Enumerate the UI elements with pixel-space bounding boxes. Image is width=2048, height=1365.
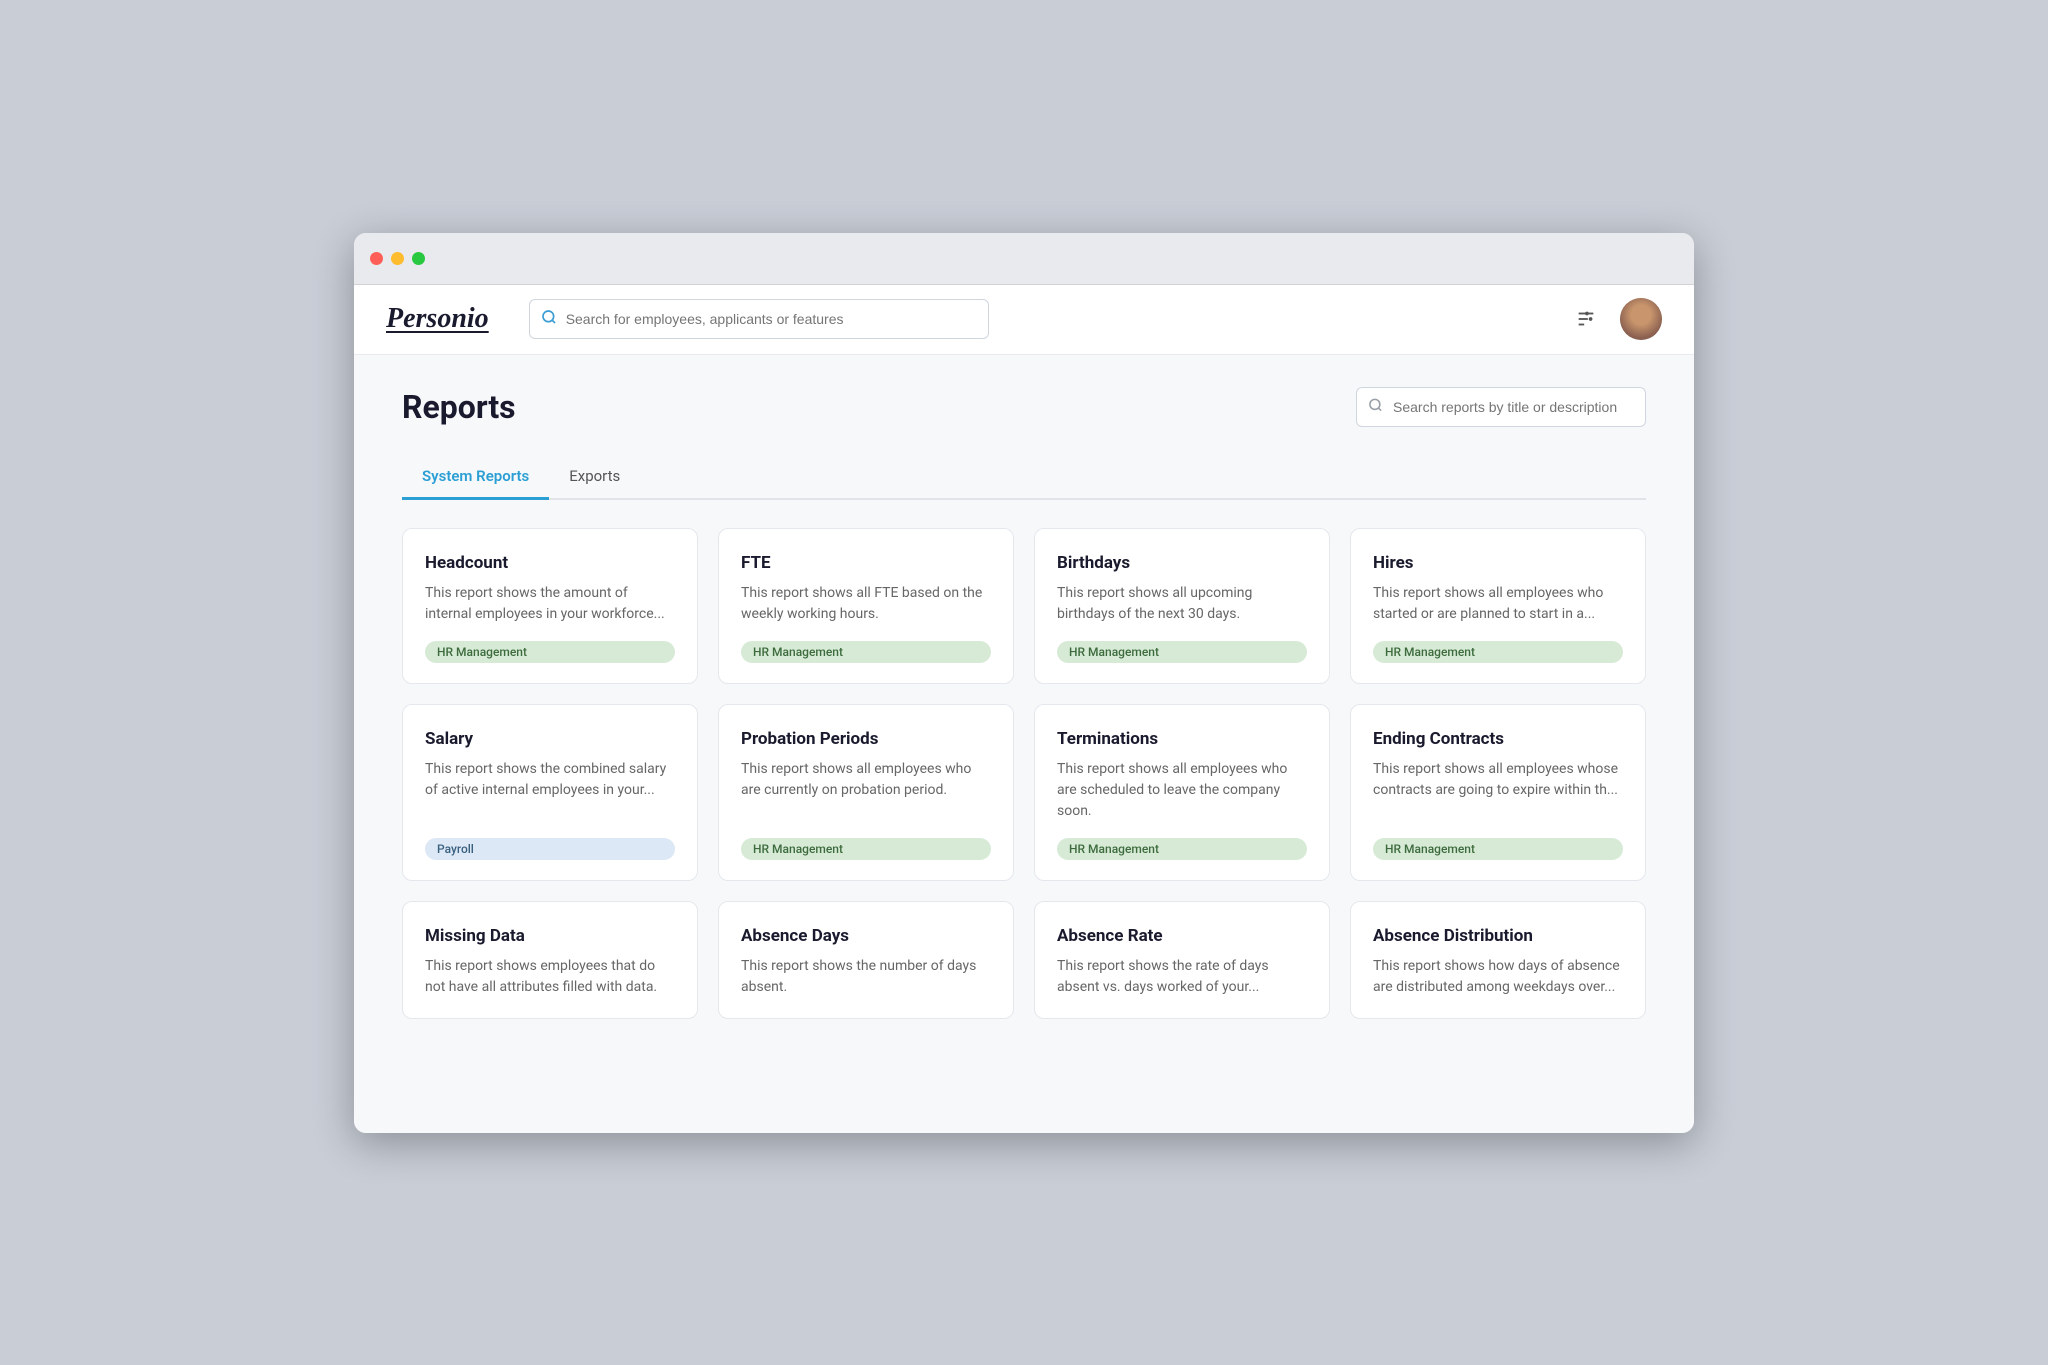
browser-chrome — [354, 233, 1694, 285]
card-tag: HR Management — [741, 838, 991, 860]
card-title: Hires — [1373, 553, 1623, 573]
tabs-bar: System Reports Exports — [402, 455, 1646, 500]
report-search-input[interactable] — [1356, 387, 1646, 427]
traffic-lights — [370, 252, 425, 265]
nav-search-wrapper — [529, 299, 989, 339]
page-header: Reports — [402, 387, 1646, 427]
traffic-light-maximize[interactable] — [412, 252, 425, 265]
card-description: This report shows employees that do not … — [425, 956, 675, 998]
card-title: Headcount — [425, 553, 675, 573]
logo: Personio — [386, 303, 489, 335]
card-title: FTE — [741, 553, 991, 573]
report-card[interactable]: Hires This report shows all employees wh… — [1350, 528, 1646, 684]
nav-right — [1568, 298, 1662, 340]
card-title: Salary — [425, 729, 675, 749]
card-tag: HR Management — [425, 641, 675, 663]
traffic-light-minimize[interactable] — [391, 252, 404, 265]
app-content: Personio — [354, 285, 1694, 1133]
card-title: Missing Data — [425, 926, 675, 946]
report-card[interactable]: Missing Data This report shows employees… — [402, 901, 698, 1019]
card-tag: HR Management — [1057, 641, 1307, 663]
card-description: This report shows the number of days abs… — [741, 956, 991, 998]
card-description: This report shows all FTE based on the w… — [741, 583, 991, 625]
report-card[interactable]: Headcount This report shows the amount o… — [402, 528, 698, 684]
report-search-icon — [1368, 397, 1383, 416]
card-description: This report shows all upcoming birthdays… — [1057, 583, 1307, 625]
tab-exports[interactable]: Exports — [549, 455, 640, 500]
card-tag: HR Management — [1373, 838, 1623, 860]
main-content: Reports System Reports Exports Head — [354, 355, 1694, 1051]
filter-icon-button[interactable] — [1568, 301, 1604, 337]
report-search-wrapper — [1356, 387, 1646, 427]
card-title: Ending Contracts — [1373, 729, 1623, 749]
nav-search-icon — [541, 309, 557, 329]
report-card[interactable]: Absence Distribution This report shows h… — [1350, 901, 1646, 1019]
report-card[interactable]: Birthdays This report shows all upcoming… — [1034, 528, 1330, 684]
report-card[interactable]: Probation Periods This report shows all … — [718, 704, 1014, 881]
avatar[interactable] — [1620, 298, 1662, 340]
card-description: This report shows the rate of days absen… — [1057, 956, 1307, 998]
card-tag: HR Management — [741, 641, 991, 663]
card-tag: Payroll — [425, 838, 675, 860]
card-description: This report shows all employees whose co… — [1373, 759, 1623, 822]
report-card[interactable]: Absence Days This report shows the numbe… — [718, 901, 1014, 1019]
card-description: This report shows the combined salary of… — [425, 759, 675, 822]
card-tag: HR Management — [1057, 838, 1307, 860]
top-nav: Personio — [354, 285, 1694, 355]
card-title: Absence Rate — [1057, 926, 1307, 946]
report-card[interactable]: Terminations This report shows all emplo… — [1034, 704, 1330, 881]
card-description: This report shows how days of absence ar… — [1373, 956, 1623, 998]
report-card[interactable]: Absence Rate This report shows the rate … — [1034, 901, 1330, 1019]
report-card[interactable]: Ending Contracts This report shows all e… — [1350, 704, 1646, 881]
card-title: Terminations — [1057, 729, 1307, 749]
card-description: This report shows all employees who are … — [1057, 759, 1307, 822]
nav-search-input[interactable] — [529, 299, 989, 339]
card-description: This report shows all employees who are … — [741, 759, 991, 822]
report-card[interactable]: FTE This report shows all FTE based on t… — [718, 528, 1014, 684]
page-title: Reports — [402, 388, 516, 426]
tab-system-reports[interactable]: System Reports — [402, 455, 549, 500]
card-tag: HR Management — [1373, 641, 1623, 663]
card-title: Absence Distribution — [1373, 926, 1623, 946]
card-description: This report shows all employees who star… — [1373, 583, 1623, 625]
card-title: Probation Periods — [741, 729, 991, 749]
card-title: Absence Days — [741, 926, 991, 946]
card-title: Birthdays — [1057, 553, 1307, 573]
browser-window: Personio — [354, 233, 1694, 1133]
traffic-light-close[interactable] — [370, 252, 383, 265]
cards-grid: Headcount This report shows the amount o… — [402, 528, 1646, 1019]
report-card[interactable]: Salary This report shows the combined sa… — [402, 704, 698, 881]
card-description: This report shows the amount of internal… — [425, 583, 675, 625]
